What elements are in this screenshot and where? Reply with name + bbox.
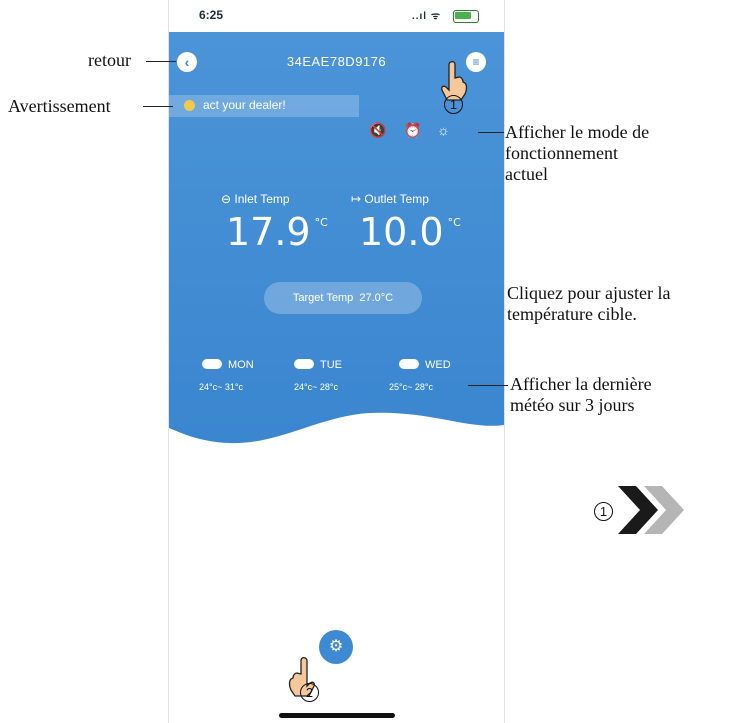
status-time: 6:25 — [199, 8, 224, 22]
cloud-icon — [399, 359, 419, 369]
forecast-day-mon: MON — [202, 358, 254, 371]
target-temp-button[interactable]: Target Temp 27.0°C — [264, 282, 422, 314]
forecast-range-tue: 24°c~ 28°c — [294, 382, 338, 392]
warning-text: act your dealer! — [203, 98, 286, 112]
inlet-temp-label: ⊖ Inlet Temp — [221, 192, 290, 206]
menu-button[interactable]: ≡ — [466, 52, 486, 72]
battery-icon — [453, 10, 479, 23]
step-marker-2: 2 — [300, 683, 319, 702]
outlet-temp-value: 10.0 °C — [359, 210, 461, 254]
next-chevrons-icon — [618, 486, 684, 534]
leader-line — [143, 106, 173, 107]
settings-gear-button[interactable]: ⚙ — [319, 630, 353, 664]
phone-screen: 6:25 ..ıl ᯤ ‹ 34EAE78D9176 ≡ act your de… — [168, 0, 505, 723]
warning-dot-icon — [184, 100, 195, 111]
mute-icon[interactable]: 🔇 — [369, 122, 386, 139]
leader-line — [146, 61, 176, 62]
leader-line — [478, 132, 504, 133]
forecast-range-mon: 24°c~ 31°c — [199, 382, 243, 392]
leader-line — [468, 385, 508, 386]
outlet-temp-label: ↦ Outlet Temp — [351, 192, 429, 206]
step-marker-1: 1 — [444, 95, 463, 114]
annotation-target: Cliquez pour ajuster la température cibl… — [507, 283, 671, 324]
cloud-rain-icon — [202, 359, 222, 369]
annotation-retour: retour — [88, 50, 131, 70]
alarm-clock-icon[interactable]: ⏰ — [404, 122, 421, 139]
annotation-mode: Afficher le mode de fonctionnement actue… — [505, 122, 650, 184]
home-indicator — [279, 713, 395, 718]
forecast-day-tue: TUE — [294, 358, 342, 371]
sun-mode-icon[interactable]: ☼ — [437, 122, 450, 138]
next-step-marker: 1 — [594, 502, 613, 521]
signal-wifi-icon: ..ıl ᯤ — [411, 11, 441, 22]
annotation-weather: Afficher la dernière météo sur 3 jours — [510, 374, 652, 415]
forecast-day-wed: WED — [399, 358, 451, 371]
cloud-rain-icon — [294, 359, 314, 369]
inlet-temp-value: 17.9 °C — [226, 210, 328, 254]
status-bar: 6:25 ..ıl ᯤ — [199, 8, 479, 26]
warning-banner[interactable]: act your dealer! — [169, 95, 359, 117]
forecast-range-wed: 25°c~ 28°c — [389, 382, 433, 392]
annotation-avertissement: Avertissement — [8, 96, 111, 116]
